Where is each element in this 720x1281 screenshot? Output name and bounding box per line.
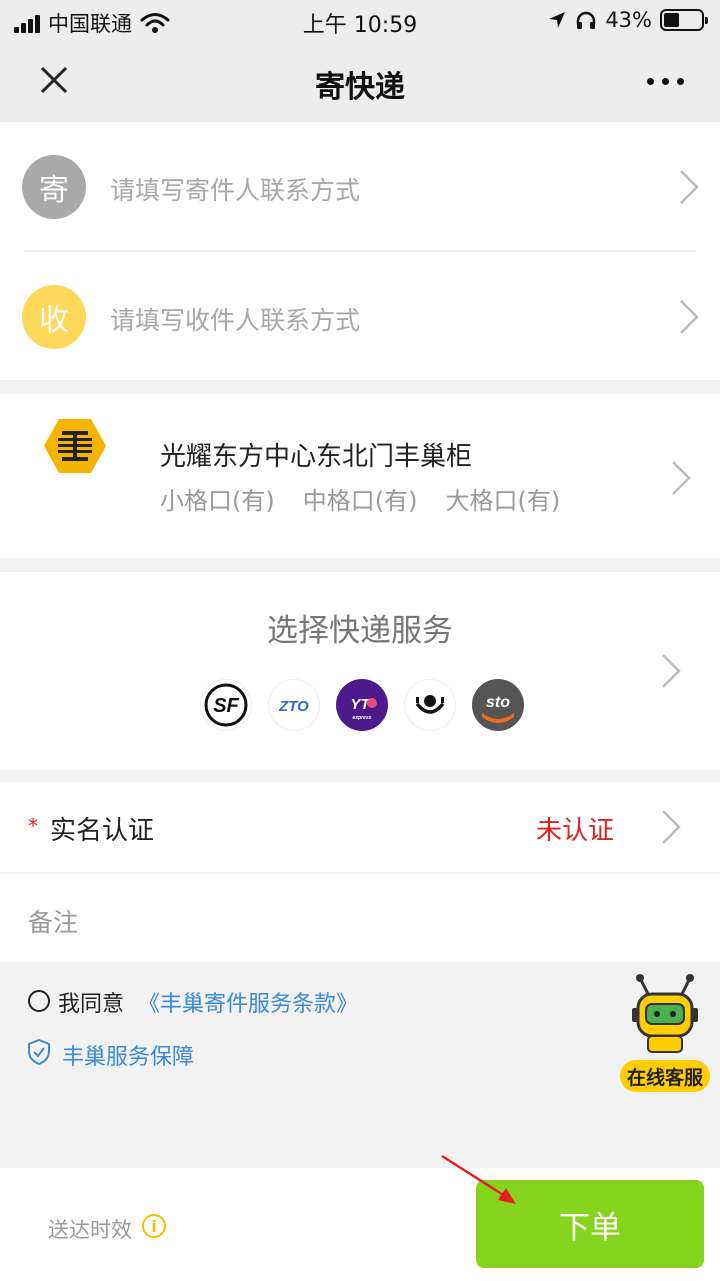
battery-icon	[660, 9, 708, 31]
yto-logo: YT express	[336, 679, 388, 731]
express-service-card[interactable]	[0, 572, 720, 770]
eta-label[interactable]: 送达时效	[48, 1214, 132, 1244]
nav-bar: 寄快递	[0, 40, 720, 122]
agree-text: 我同意	[58, 992, 125, 1017]
service-guarantee-link[interactable]: 丰巢服务保障	[62, 1039, 194, 1071]
svg-text:sto: sto	[486, 694, 510, 711]
slot-small: 小格口(有)	[160, 487, 275, 515]
terms-link[interactable]: 《丰巢寄件服务条款》	[138, 986, 358, 1018]
sf-logo: SF	[200, 679, 252, 731]
more-icon[interactable]	[647, 78, 684, 85]
sender-row[interactable]: 寄 请填写寄件人联系方式	[0, 122, 720, 252]
receiver-placeholder: 请填写收件人联系方式	[110, 306, 361, 335]
svg-text:ZTO: ZTO	[278, 698, 309, 715]
realname-label: 实名认证	[50, 816, 155, 846]
location-icon	[549, 12, 566, 28]
shield-icon	[28, 1038, 50, 1066]
sto-logo: sto	[472, 679, 524, 731]
zto-logo: ZTO	[268, 679, 320, 731]
status-bar: 中国联通 上午 10:59 43%	[0, 0, 720, 40]
locker-card[interactable]	[0, 394, 720, 558]
yunda-logo	[404, 679, 456, 731]
realname-status: 未认证	[535, 816, 614, 846]
locker-slots: 小格口(有) 中格口(有) 大格口(有)	[160, 481, 560, 516]
receiver-row[interactable]: 收 请填写收件人联系方式	[0, 252, 720, 382]
receiver-badge: 收	[22, 285, 86, 349]
slot-medium: 中格口(有)	[302, 487, 418, 515]
chevron-right-icon	[678, 298, 700, 336]
sender-badge: 寄	[22, 155, 86, 219]
online-service-label[interactable]: 在线客服	[620, 1060, 710, 1092]
express-service-title: 选择快递服务	[267, 613, 453, 649]
locker-hexagon-icon	[44, 419, 106, 473]
battery-fill	[664, 13, 680, 27]
info-icon[interactable]: i	[142, 1214, 166, 1238]
svg-text:SF: SF	[213, 695, 239, 717]
svg-text:express: express	[353, 715, 372, 721]
chevron-right-icon	[670, 459, 692, 497]
chevron-right-icon	[660, 808, 682, 846]
chevron-right-icon	[660, 652, 682, 690]
headphones-icon	[577, 11, 596, 29]
express-logos: SF ZTO YT express sto	[200, 679, 524, 731]
red-arrow-annotation	[441, 1154, 516, 1204]
remark-field[interactable]: 备注	[28, 903, 78, 939]
chevron-right-icon	[678, 168, 700, 206]
agree-radio[interactable]	[28, 990, 50, 1012]
battery-percent: 43%	[605, 8, 652, 32]
divider	[0, 872, 720, 874]
contacts-card: 寄 请填写寄件人联系方式 收 请填写收件人联系方式	[0, 122, 720, 380]
locker-name: 光耀东方中心东北门丰巢柜	[160, 442, 473, 472]
slot-large: 大格口(有)	[445, 487, 561, 515]
page-title: 寄快递	[315, 70, 405, 105]
status-right: 43%	[547, 8, 708, 32]
required-mark: *	[28, 814, 38, 838]
sender-placeholder: 请填写寄件人联系方式	[110, 176, 361, 205]
